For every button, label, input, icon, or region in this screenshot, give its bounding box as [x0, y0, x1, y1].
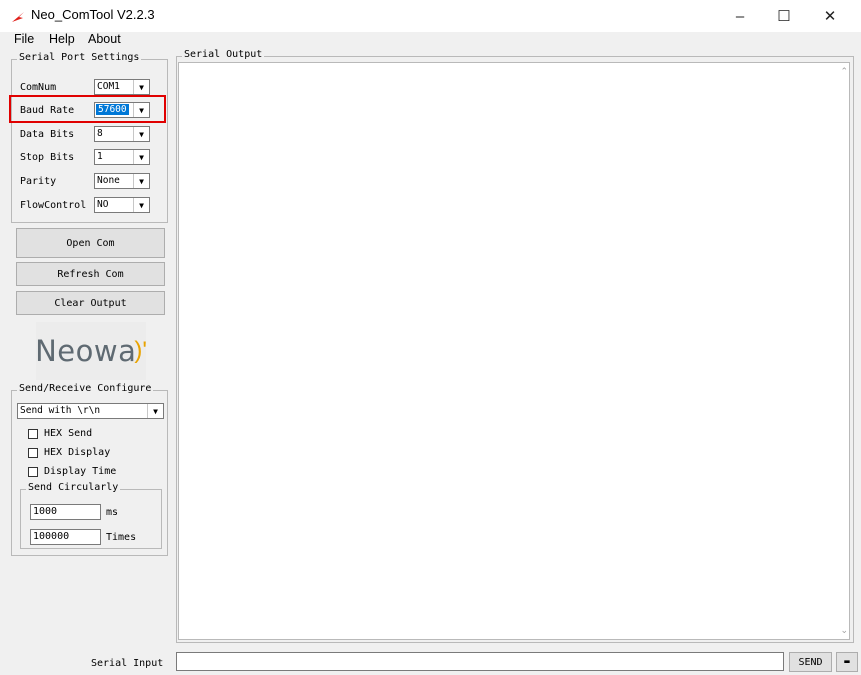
send-mode-select[interactable]: Send with \r\n ▼	[17, 403, 164, 419]
chevron-down-icon: ▼	[147, 404, 163, 418]
stop-bits-label: Stop Bits	[20, 152, 75, 163]
menu-help[interactable]: Help	[49, 32, 75, 46]
data-bits-label: Data Bits	[20, 129, 75, 140]
chevron-down-icon: ▼	[133, 127, 149, 141]
close-button[interactable]: ✕	[808, 0, 852, 32]
serial-output-title: Serial Output	[182, 49, 265, 60]
checkbox-box[interactable]	[28, 428, 38, 439]
neoway-logo: Neowa)'	[35, 322, 147, 380]
logo-accent: )'	[134, 337, 147, 364]
interval-input[interactable]: 1000	[30, 504, 101, 520]
flowcontrol-select[interactable]: NO ▼	[94, 197, 150, 213]
clear-output-button[interactable]: Clear Output	[16, 291, 165, 315]
stop-bits-select[interactable]: 1 ▼	[94, 149, 150, 165]
highlight-box	[9, 95, 166, 123]
chevron-down-icon: ▼	[133, 150, 149, 164]
send-receive-configure-title: Send/Receive Configure	[17, 383, 154, 394]
menu-bar: File Help About	[0, 32, 861, 48]
scroll-down-icon[interactable]: ⌄	[840, 625, 848, 636]
extra-button[interactable]: ▬	[836, 652, 858, 672]
display-time-checkbox[interactable]: Display Time	[28, 466, 116, 477]
hex-display-checkbox[interactable]: HEX Display	[28, 447, 110, 458]
interval-unit-label: ms	[106, 507, 119, 518]
title-bar: Neo_ComTool V2.2.3 – ☐ ✕	[0, 0, 861, 32]
send-circularly-title: Send Circularly	[26, 482, 121, 493]
data-bits-select[interactable]: 8 ▼	[94, 126, 150, 142]
app-logo-icon	[11, 10, 25, 24]
send-button[interactable]: SEND	[789, 652, 832, 672]
chevron-down-icon: ▼	[133, 80, 149, 94]
chevron-down-icon: ▼	[133, 174, 149, 188]
maximize-button[interactable]: ☐	[762, 0, 806, 32]
refresh-com-button[interactable]: Refresh Com	[16, 262, 165, 286]
parity-select[interactable]: None ▼	[94, 173, 150, 189]
serial-output-area[interactable]: ⌃ ⌄	[178, 62, 850, 640]
checkbox-box[interactable]	[28, 466, 38, 477]
comnum-label: ComNum	[20, 82, 57, 93]
flowcontrol-label: FlowControl	[20, 200, 87, 211]
menu-about[interactable]: About	[88, 32, 121, 46]
serial-input-label: Serial Input	[91, 658, 164, 669]
checkbox-box[interactable]	[28, 447, 38, 458]
comnum-select[interactable]: COM1 ▼	[94, 79, 150, 95]
menu-file[interactable]: File	[14, 32, 34, 46]
parity-label: Parity	[20, 176, 57, 187]
open-com-button[interactable]: Open Com	[16, 228, 165, 258]
window-title: Neo_ComTool V2.2.3	[31, 7, 155, 22]
serial-port-settings-title: Serial Port Settings	[17, 52, 142, 63]
logo-text: Neowa	[35, 334, 137, 368]
times-input[interactable]: 100000	[30, 529, 101, 545]
minimize-button[interactable]: –	[718, 0, 762, 32]
times-unit-label: Times	[106, 532, 137, 543]
serial-input-field[interactable]	[176, 652, 784, 671]
scroll-up-icon[interactable]: ⌃	[840, 66, 848, 77]
chevron-down-icon: ▼	[133, 198, 149, 212]
hex-send-checkbox[interactable]: HEX Send	[28, 428, 92, 439]
